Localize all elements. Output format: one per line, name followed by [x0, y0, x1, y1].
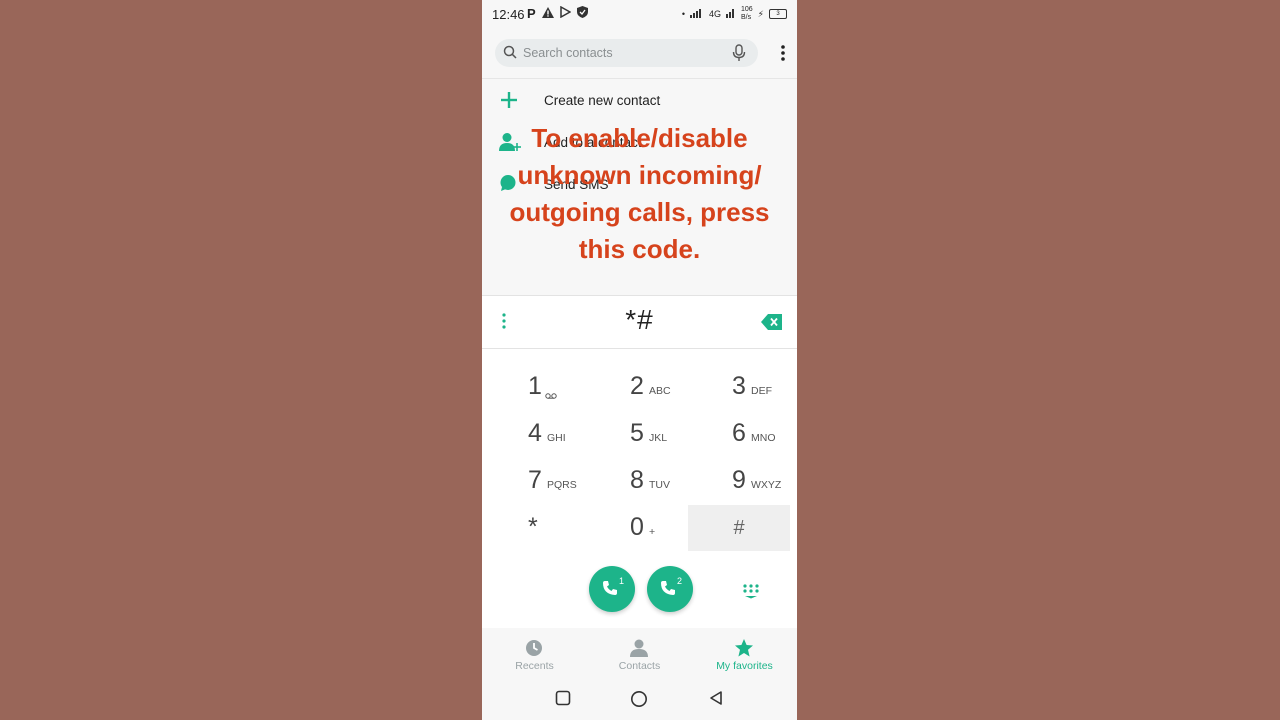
- key-letters: TUV: [649, 479, 670, 491]
- key-letters: WXYZ: [751, 479, 782, 491]
- recent-apps-icon[interactable]: [555, 690, 571, 711]
- key-number: 1: [528, 372, 542, 400]
- search-icon: [503, 45, 517, 64]
- divider: [482, 348, 797, 349]
- key-8[interactable]: 8 TUV: [584, 458, 686, 504]
- dialed-number[interactable]: *#: [482, 304, 797, 336]
- key-5[interactable]: 5 JKL: [584, 411, 686, 457]
- key-number: 5: [630, 419, 644, 447]
- sim-number: 2: [677, 576, 683, 586]
- signal-icon-2: [725, 8, 736, 20]
- key-letters: MNO: [751, 432, 776, 444]
- sim-number: 1: [619, 576, 625, 586]
- nav-label: Recents: [515, 660, 554, 672]
- key-3[interactable]: 3 DEF: [686, 364, 788, 410]
- key-number: 6: [732, 419, 746, 447]
- key-number: *: [528, 513, 538, 541]
- net-speed: 106 B/s: [741, 6, 753, 22]
- status-time: 12:46: [492, 7, 525, 22]
- back-icon[interactable]: [708, 690, 724, 711]
- bottom-nav: Recents Contacts My favorites: [482, 628, 797, 678]
- key-number: 3: [732, 372, 746, 400]
- key-number: 9: [732, 466, 746, 494]
- key-6[interactable]: 6 MNO: [686, 411, 788, 457]
- action-label: Create new contact: [544, 93, 661, 108]
- plus-icon: [499, 90, 519, 110]
- battery-icon: 3: [769, 9, 787, 19]
- system-nav-bar: [482, 678, 797, 720]
- nav-favorites[interactable]: My favorites: [692, 628, 797, 678]
- phone-screen: 12:46 P • 4G 106 B/s ⚡ 3 Search contacts…: [482, 0, 797, 720]
- key-2[interactable]: 2 ABC: [584, 364, 686, 410]
- home-icon[interactable]: [630, 690, 648, 713]
- key-letters: GHI: [547, 432, 566, 444]
- key-1[interactable]: 1: [482, 364, 584, 410]
- key-letters: ABC: [649, 385, 671, 397]
- charging-icon: ⚡: [757, 8, 764, 19]
- shield-icon: [576, 6, 588, 21]
- more-options-icon[interactable]: [781, 45, 785, 66]
- mic-icon[interactable]: [732, 44, 746, 67]
- divider: [482, 295, 797, 296]
- key-letters: JKL: [649, 432, 668, 444]
- dot-icon: •: [681, 9, 685, 19]
- overlay-caption: To enable/disable unknown incoming/ outg…: [509, 123, 770, 264]
- nav-recents[interactable]: Recents: [482, 628, 587, 678]
- signal-icon: [689, 8, 704, 20]
- key-number: #: [733, 517, 745, 539]
- network-type: 4G: [708, 9, 721, 19]
- key-4[interactable]: 4 GHI: [482, 411, 584, 457]
- search-input[interactable]: [523, 39, 723, 67]
- create-contact-action[interactable]: Create new contact: [482, 80, 797, 120]
- key-9[interactable]: 9 WXYZ: [686, 458, 788, 504]
- phone-icon: [602, 580, 618, 601]
- p-icon: P: [527, 6, 536, 21]
- nav-contacts[interactable]: Contacts: [587, 628, 692, 678]
- call-sim1-button[interactable]: 1: [589, 566, 635, 612]
- search-bar[interactable]: [495, 39, 758, 67]
- divider: [482, 78, 797, 79]
- status-bar: 12:46 P • 4G 106 B/s ⚡ 3: [482, 0, 797, 28]
- phone-icon: [660, 580, 676, 601]
- play-store-icon: [559, 5, 572, 21]
- key-7[interactable]: 7 PQRS: [482, 458, 584, 504]
- key-number: 2: [630, 372, 644, 400]
- backspace-icon[interactable]: [761, 313, 783, 336]
- key-number: 4: [528, 419, 542, 447]
- key-letters: PQRS: [547, 479, 577, 491]
- key-letters: +: [649, 526, 656, 538]
- nav-label: Contacts: [618, 660, 661, 672]
- key-star[interactable]: *: [482, 505, 584, 551]
- warning-icon: [541, 6, 554, 21]
- key-hash[interactable]: #: [688, 505, 790, 551]
- net-speed-value: 106: [740, 6, 753, 13]
- nav-label: My favorites: [716, 660, 773, 672]
- system-icons: • 4G 106 B/s ⚡ 3: [682, 6, 787, 22]
- voicemail-icon: [545, 386, 557, 404]
- notification-icons: P: [527, 5, 588, 21]
- key-number: 8: [630, 466, 644, 494]
- key-number: 0: [630, 513, 644, 541]
- key-0[interactable]: 0 +: [584, 505, 686, 551]
- net-speed-unit: B/s: [740, 14, 752, 21]
- dialpad-icon[interactable]: [741, 583, 761, 604]
- key-letters: DEF: [751, 385, 772, 397]
- key-number: 7: [528, 466, 542, 494]
- call-sim2-button[interactable]: 2: [647, 566, 693, 612]
